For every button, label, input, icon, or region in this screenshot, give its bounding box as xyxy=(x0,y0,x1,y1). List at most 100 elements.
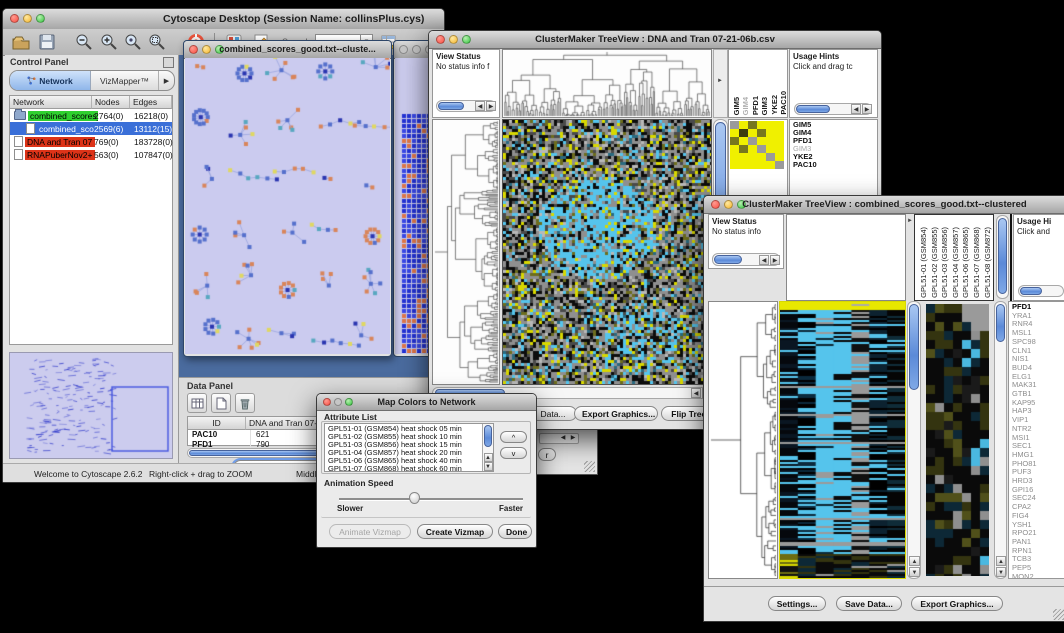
tv1-zoom-cell[interactable] xyxy=(766,161,775,169)
tv2-vscroll-thumb[interactable] xyxy=(909,304,919,390)
scroll-left-icon[interactable]: ◀ xyxy=(691,388,701,398)
tv1-zoom-cell[interactable] xyxy=(757,153,766,161)
tv2-genes-vscrollbar[interactable]: ▲ ▼ xyxy=(994,301,1007,579)
scroll-right-icon[interactable]: ▶ xyxy=(486,101,496,111)
close-icon[interactable] xyxy=(189,45,198,54)
minimize-icon[interactable] xyxy=(23,14,32,23)
tv1-zoom-cell[interactable] xyxy=(730,129,739,137)
close-icon[interactable] xyxy=(10,14,19,23)
network-tree-row[interactable]: combined_sco2569(6)13112(15) xyxy=(10,122,172,135)
treeview1-title-bar[interactable]: ClusterMaker TreeView : DNA and Tran 07-… xyxy=(429,31,881,49)
zoom-selected-icon[interactable] xyxy=(123,32,143,57)
tv2-column-label[interactable]: GPL51-08 (GSM872) xyxy=(983,227,993,298)
close-icon[interactable] xyxy=(399,45,408,54)
tv1-zoom-cell[interactable] xyxy=(730,121,739,129)
network1-title-bar[interactable]: combined_scores_good.txt--cluste... xyxy=(184,41,391,59)
settings-button[interactable]: Settings... xyxy=(768,596,826,611)
tv1-row-dendrogram-canvas[interactable] xyxy=(433,120,499,384)
scroll-left-icon[interactable]: ◀ xyxy=(475,101,485,111)
col-header-network[interactable]: Network xyxy=(10,96,92,109)
tv1-zoom-cell[interactable] xyxy=(766,137,775,145)
tv1-zoom-cell[interactable] xyxy=(775,121,784,129)
tv1-zoom-cell[interactable] xyxy=(748,153,757,161)
tv1-zoom-cell[interactable] xyxy=(766,153,775,161)
attribute-list-item[interactable]: GPL51-07 (GSM868) heat shock 60 min xyxy=(328,465,462,472)
tv1-zoom-cell[interactable] xyxy=(730,161,739,169)
tv1-zoom-cell[interactable] xyxy=(775,145,784,153)
save-icon[interactable] xyxy=(37,32,57,57)
tv2-status-hscrollbar[interactable]: ◀ ▶ xyxy=(712,253,780,266)
main-title-bar[interactable]: Cytoscape Desktop (Session Name: collins… xyxy=(3,9,444,30)
tv1-zoom-cell[interactable] xyxy=(775,161,784,169)
scroll-up-icon[interactable]: ▲ xyxy=(484,453,493,462)
scroll-left-icon[interactable]: ◀ xyxy=(558,434,568,444)
tv1-zoom-cell[interactable] xyxy=(766,121,775,129)
tv1-zoom-cell[interactable] xyxy=(757,129,766,137)
scroll-down-icon[interactable]: ▼ xyxy=(909,567,920,577)
attribute-select-icon[interactable] xyxy=(187,393,207,413)
tv1-zoom-cell[interactable] xyxy=(757,161,766,169)
new-attribute-icon[interactable] xyxy=(211,393,231,413)
tv2-column-label[interactable]: GPL51-03 (GSM856) xyxy=(940,227,950,298)
scroll-left-icon[interactable]: ◀ xyxy=(759,255,769,265)
tv1-zoom-cell[interactable] xyxy=(739,145,748,153)
tab-overflow[interactable]: ▶ xyxy=(158,71,174,90)
tv2-vscrollbar[interactable]: ▲ ▼ xyxy=(907,301,921,579)
delete-attribute-icon[interactable] xyxy=(235,393,255,413)
overview-canvas[interactable] xyxy=(10,353,172,458)
tv1-zoom-cell[interactable] xyxy=(739,153,748,161)
scroll-up-icon[interactable]: ▲ xyxy=(909,556,920,566)
export-graphics-button[interactable]: Export Graphics... xyxy=(574,406,658,421)
tv1-zoom-cell[interactable] xyxy=(739,137,748,145)
expand-icon[interactable]: ► xyxy=(717,78,723,84)
tv1-row-dendrogram[interactable] xyxy=(432,119,500,385)
done-button[interactable]: Done xyxy=(498,524,532,539)
tv2-column-label[interactable]: GPL51-02 (GSM855) xyxy=(930,227,940,298)
tv1-heatmap-canvas[interactable] xyxy=(503,120,711,384)
tv1-zoom-cell[interactable] xyxy=(730,145,739,153)
tv1-zoom-cell[interactable] xyxy=(757,145,766,153)
tv1-column-label[interactable]: GIM4 xyxy=(741,97,751,115)
tv1-row-label[interactable]: PAC10 xyxy=(793,161,817,169)
tv1-zoom-cell[interactable] xyxy=(739,161,748,169)
zoom-window-icon[interactable] xyxy=(36,14,45,23)
resize-grip[interactable] xyxy=(1053,609,1064,620)
tv1-column-dendrogram[interactable] xyxy=(502,49,712,118)
animate-vizmap-button[interactable]: Animate Vizmap xyxy=(329,524,411,539)
tv2-row-dendrogram[interactable] xyxy=(708,301,778,579)
scroll-down-icon[interactable]: ▼ xyxy=(484,462,493,471)
tv1-zoom-cell[interactable] xyxy=(748,161,757,169)
tv1-column-label[interactable]: PFD1 xyxy=(751,96,761,115)
resize-grip[interactable] xyxy=(584,461,595,472)
tv1-column-dendrogram-canvas[interactable] xyxy=(503,50,711,117)
network-tree-row[interactable]: RNAPuberNov2+563(0)107847(0) xyxy=(10,148,172,161)
tv2-column-label[interactable]: GPL51-04 (GSM857) xyxy=(951,227,961,298)
tv1-zoom-heatmap[interactable] xyxy=(730,121,784,169)
tv1-status-hscroll-thumb[interactable] xyxy=(438,102,464,110)
tv1-zoom-cell[interactable] xyxy=(748,129,757,137)
open-icon[interactable] xyxy=(11,32,31,57)
tv2-hints-hscroll-thumb[interactable] xyxy=(1020,287,1042,295)
network1-view[interactable] xyxy=(185,58,390,354)
tab-vizmapper[interactable]: VizMapper™ xyxy=(91,71,158,90)
col-header-nodes[interactable]: Nodes xyxy=(92,96,130,109)
tv1-global-heatmap[interactable] xyxy=(502,119,712,385)
network-tree-row[interactable]: combined_scores_2764(0)16218(0) xyxy=(10,109,172,122)
tv1-zoom-cell[interactable] xyxy=(757,137,766,145)
id-column-header[interactable]: ID xyxy=(188,417,246,430)
scroll-right-icon[interactable]: ▶ xyxy=(862,104,872,114)
zoom-fit-icon[interactable] xyxy=(147,32,167,57)
zoom-in-icon[interactable] xyxy=(99,32,119,57)
attribute-listbox[interactable]: GPL51-01 (GSM854) heat shock 05 minGPL51… xyxy=(324,423,494,472)
tv1-zoom-cell[interactable] xyxy=(748,137,757,145)
tv2-column-dendrogram[interactable] xyxy=(786,214,906,301)
tv1-zoom-cell[interactable] xyxy=(775,129,784,137)
tv1-zoom-cell[interactable] xyxy=(739,129,748,137)
tv1-zoom-cell[interactable] xyxy=(775,153,784,161)
tv1-zoom-cell[interactable] xyxy=(766,145,775,153)
tv1-zoom-cell[interactable] xyxy=(757,121,766,129)
tv1-column-label[interactable]: PAC10 xyxy=(779,91,788,115)
float-panel-icon[interactable] xyxy=(163,57,174,68)
tv1-zoom-cell[interactable] xyxy=(730,137,739,145)
move-up-button[interactable]: ^ xyxy=(500,431,527,443)
